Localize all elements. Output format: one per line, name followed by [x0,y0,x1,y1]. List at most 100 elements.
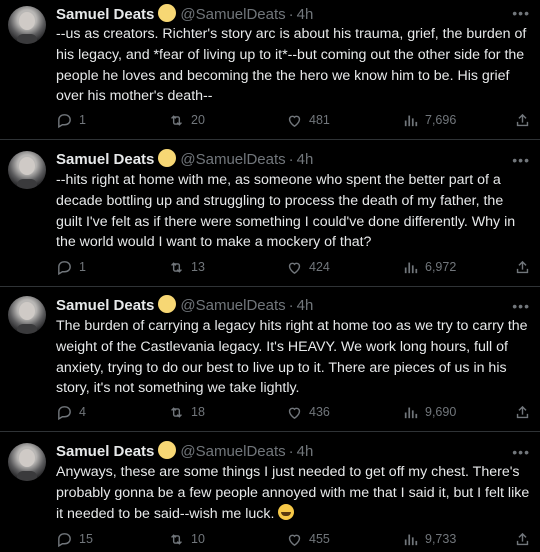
verified-badge-icon [158,4,177,22]
author-handle[interactable]: @SamuelDeats [180,443,285,460]
tweet[interactable]: Samuel Deats @SamuelDeats · 4h ••• Anyways,… [0,431,540,552]
share-icon [516,532,529,545]
share-button[interactable] [514,257,537,277]
like-count: 481 [309,113,330,127]
timestamp[interactable]: 4h [297,6,314,23]
separator: · [288,6,294,23]
author-handle[interactable]: @SamuelDeats [180,151,285,168]
heart-icon [288,534,301,546]
tweet-header: Samuel Deats @SamuelDeats · 4h [56,149,313,169]
reply-count: 1 [79,113,86,127]
views-count: 9,690 [425,405,457,419]
sweat-smile-emoji-icon [278,503,295,520]
share-button[interactable] [514,529,537,549]
like-count: 424 [309,260,330,274]
views-icon [404,262,418,273]
tweet[interactable]: Samuel Deats @SamuelDeats · 4h ••• --hits r… [0,139,540,287]
more-icon[interactable]: ••• [512,299,530,313]
views-icon [404,115,418,126]
retweet-icon [171,261,182,273]
reply-button[interactable]: 1 [56,110,86,130]
timestamp[interactable]: 4h [297,297,314,314]
views-icon [404,534,418,545]
more-icon[interactable]: ••• [512,6,530,20]
verified-badge-icon [158,295,177,313]
tweet-text: --us as creators. Richter's story arc is… [56,26,531,105]
retweet-icon [171,533,182,545]
author-handle[interactable]: @SamuelDeats [180,6,285,23]
retweet-button[interactable]: 20 [168,110,205,130]
more-icon[interactable]: ••• [512,445,530,459]
retweet-button[interactable]: 13 [168,257,205,277]
views-button[interactable]: 7,696 [402,110,456,130]
action-bar: 1 20 481 7,696 [56,110,534,130]
reply-button[interactable]: 4 [56,402,86,422]
reply-icon [58,405,71,420]
share-button[interactable] [514,110,537,130]
verified-badge-icon [158,441,177,459]
tweet[interactable]: Samuel Deats @SamuelDeats · 4h ••• The burd… [0,286,540,432]
views-icon [404,407,418,418]
reply-count: 15 [79,532,93,546]
like-button[interactable]: 424 [286,257,330,277]
author-handle[interactable]: @SamuelDeats [180,297,285,314]
heart-icon [288,262,301,274]
views-count: 7,696 [425,113,457,127]
views-button[interactable]: 9,690 [402,402,456,422]
heart-icon [288,115,301,127]
share-button[interactable] [514,402,537,422]
like-count: 436 [309,405,330,419]
tweet-header: Samuel Deats @SamuelDeats · 4h [56,4,313,24]
tweet-header: Samuel Deats @SamuelDeats · 4h [56,295,313,315]
retweet-button[interactable]: 18 [168,402,205,422]
like-button[interactable]: 436 [286,402,330,422]
retweet-count: 13 [191,260,205,274]
author-name[interactable]: Samuel Deats [56,6,154,23]
tweet-text-wrap: Anyways, these are some things I just ne… [56,462,532,524]
tweet-thread: Samuel Deats @SamuelDeats · 4h ••• --us as … [0,0,540,552]
retweet-count: 10 [191,532,205,546]
separator: · [288,151,294,168]
reply-button[interactable]: 15 [56,529,93,549]
avatar[interactable] [8,151,46,189]
avatar[interactable] [8,296,46,334]
retweet-count: 18 [191,405,205,419]
reply-button[interactable]: 1 [56,257,86,277]
tweet-header: Samuel Deats @SamuelDeats · 4h [56,441,313,461]
views-button[interactable]: 9,733 [402,529,456,549]
retweet-count: 20 [191,113,205,127]
author-name[interactable]: Samuel Deats [56,443,154,460]
verified-badge-icon [158,149,177,167]
reply-count: 1 [79,260,86,274]
reply-icon [58,532,71,547]
share-icon [516,260,529,273]
tweet-text: --hits right at home with me, as someone… [56,172,520,251]
retweet-icon [171,406,182,418]
timestamp[interactable]: 4h [297,151,314,168]
like-count: 455 [309,532,330,546]
tweet[interactable]: Samuel Deats @SamuelDeats · 4h ••• --us as … [0,0,540,140]
separator: · [288,443,294,460]
timestamp[interactable]: 4h [297,443,314,460]
more-icon[interactable]: ••• [512,153,530,167]
heart-icon [288,407,301,419]
like-button[interactable]: 481 [286,110,330,130]
author-name[interactable]: Samuel Deats [56,151,154,168]
author-name[interactable]: Samuel Deats [56,297,154,314]
like-button[interactable]: 455 [286,529,330,549]
avatar[interactable] [8,6,46,44]
retweet-button[interactable]: 10 [168,529,205,549]
separator: · [288,297,294,314]
views-count: 9,733 [425,532,457,546]
reply-count: 4 [79,405,86,419]
action-bar: 4 18 436 9,690 [56,402,534,422]
share-icon [516,113,529,126]
action-bar: 15 10 455 9,733 [56,529,534,549]
share-icon [516,405,529,418]
reply-icon [58,113,71,128]
views-count: 6,972 [425,260,457,274]
avatar[interactable] [8,443,46,481]
views-button[interactable]: 6,972 [402,257,456,277]
tweet-text: Anyways, these are some things I just ne… [56,464,534,522]
action-bar: 1 13 424 6,972 [56,257,534,277]
